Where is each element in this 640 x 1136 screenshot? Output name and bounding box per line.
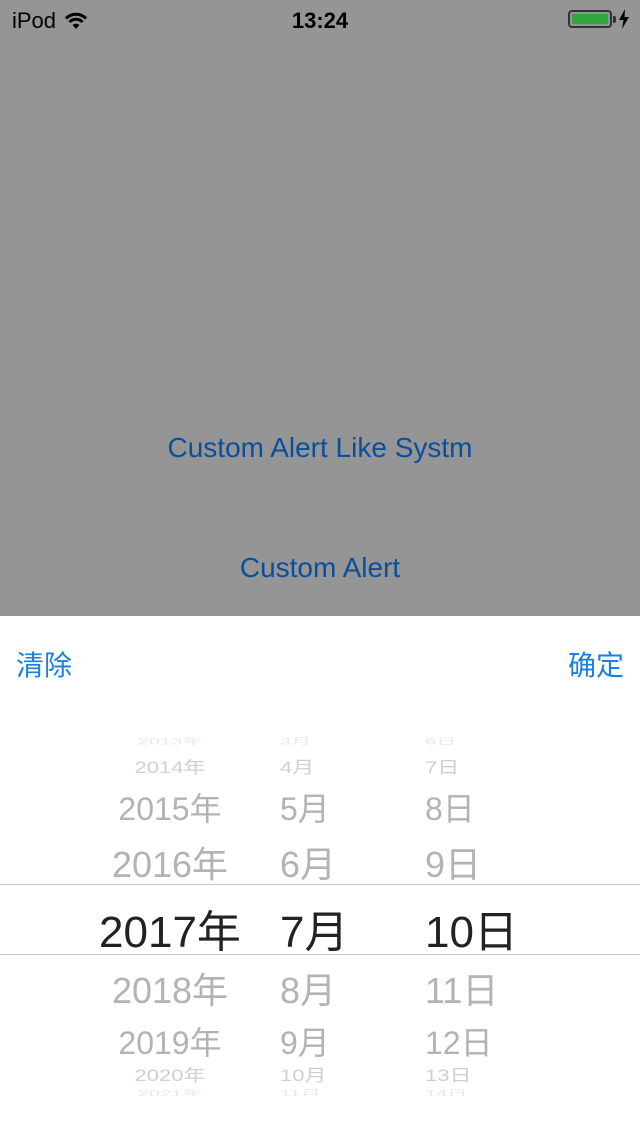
year-option[interactable]: 2015年 [90, 784, 250, 830]
day-option-selected[interactable]: 10日 [420, 896, 540, 960]
day-option[interactable]: 14日 [420, 1086, 540, 1096]
month-option[interactable]: 3月 [270, 734, 370, 747]
custom-alert-like-system-button[interactable]: Custom Alert Like Systm [0, 432, 640, 464]
month-option[interactable]: 6月 [270, 836, 370, 888]
month-option[interactable]: 9月 [270, 1018, 370, 1064]
year-wheel[interactable]: 2013年 2014年 2015年 2016年 2017年 2018年 2019… [90, 726, 250, 1096]
day-option[interactable]: 8日 [420, 784, 540, 830]
month-option[interactable]: 8月 [270, 962, 370, 1014]
day-option[interactable]: 6日 [420, 734, 540, 747]
year-option[interactable]: 2021年 [90, 1086, 250, 1096]
date-picker-sheet: 清除 确定 2013年 2014年 2015年 2016年 2017年 2018… [0, 616, 640, 1136]
year-option[interactable]: 2014年 [90, 754, 250, 778]
year-option[interactable]: 2020年 [90, 1062, 250, 1086]
battery-icon [568, 10, 616, 28]
year-option[interactable]: 2016年 [90, 836, 250, 888]
year-option[interactable]: 2013年 [90, 734, 250, 747]
date-picker[interactable]: 2013年 2014年 2015年 2016年 2017年 2018年 2019… [0, 726, 640, 1096]
year-option[interactable]: 2019年 [90, 1018, 250, 1064]
month-option[interactable]: 10月 [270, 1062, 370, 1086]
status-bar: iPod 13:24 [0, 0, 640, 40]
status-right [568, 9, 630, 29]
month-option-selected[interactable]: 7月 [270, 896, 370, 960]
day-option[interactable]: 11日 [420, 962, 540, 1014]
day-option[interactable]: 9日 [420, 836, 540, 888]
day-wheel[interactable]: 6日 7日 8日 9日 10日 11日 12日 13日 14日 [420, 726, 540, 1096]
day-option[interactable]: 12日 [420, 1018, 540, 1064]
month-option[interactable]: 11月 [270, 1086, 370, 1096]
confirm-button[interactable]: 确定 [568, 644, 624, 684]
year-option[interactable]: 2018年 [90, 962, 250, 1014]
day-option[interactable]: 7日 [420, 754, 540, 778]
charging-bolt-icon [619, 9, 629, 29]
clear-button[interactable]: 清除 [16, 644, 72, 684]
dimmed-background[interactable] [0, 0, 640, 616]
month-wheel[interactable]: 3月 4月 5月 6月 7月 8月 9月 10月 11月 [270, 726, 370, 1096]
custom-alert-button[interactable]: Custom Alert [0, 552, 640, 584]
clock: 13:24 [291, 8, 349, 33]
month-option[interactable]: 5月 [270, 784, 370, 830]
day-option[interactable]: 13日 [420, 1062, 540, 1086]
month-option[interactable]: 4月 [270, 754, 370, 778]
year-option-selected[interactable]: 2017年 [90, 896, 250, 960]
